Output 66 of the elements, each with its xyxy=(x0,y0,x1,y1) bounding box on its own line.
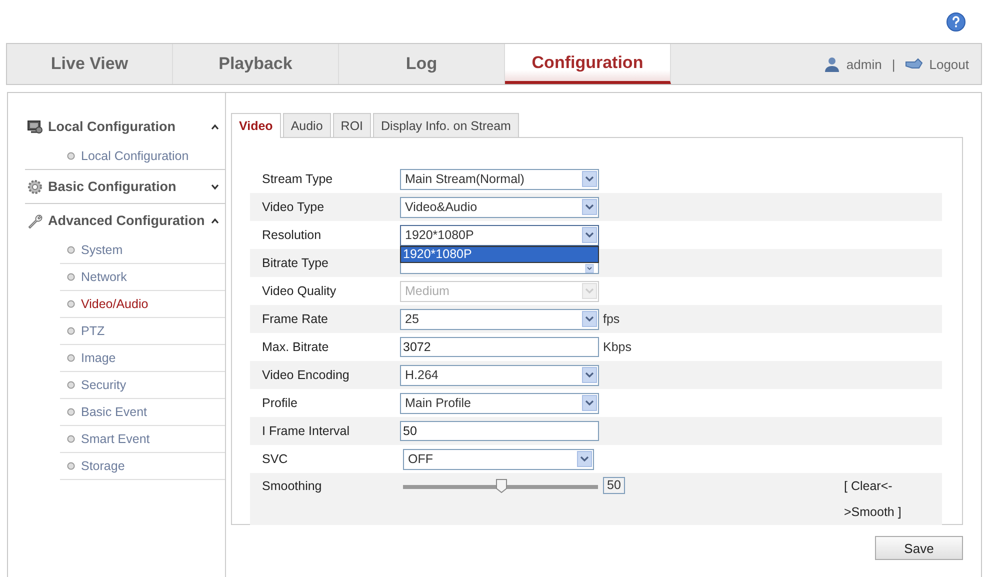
logout-link[interactable]: Logout xyxy=(929,56,969,72)
username-label: admin xyxy=(846,56,882,72)
bullet-icon xyxy=(67,246,75,254)
tab[interactable]: Video xyxy=(231,113,281,138)
slider-thumb[interactable] xyxy=(496,479,506,493)
field-label: Smoothing xyxy=(261,479,323,493)
unit-label: fps xyxy=(603,312,620,326)
dropdown[interactable]: Main Stream(Normal) xyxy=(400,168,599,190)
separator-text: | xyxy=(892,56,896,72)
unit-label: Kbps xyxy=(603,340,632,354)
dropdown[interactable]: Main Profile xyxy=(400,392,599,414)
bullet-icon xyxy=(67,462,75,470)
monitor-icon xyxy=(27,120,43,134)
group-label: Local Configuration xyxy=(48,119,176,134)
sidebar-item[interactable]: Security xyxy=(60,372,225,399)
group-label: Advanced Configuration xyxy=(48,213,205,228)
gear-icon xyxy=(27,178,43,194)
sidebar-item[interactable]: System xyxy=(60,237,225,264)
bullet-icon xyxy=(67,273,75,281)
bullet-icon xyxy=(67,152,75,160)
field-label: Stream Type xyxy=(261,172,334,186)
help-icon[interactable] xyxy=(946,12,966,32)
field-label: Profile xyxy=(261,396,298,410)
dropdown-option[interactable]: 1920*1080P xyxy=(401,246,598,262)
sidebar-item[interactable]: Storage xyxy=(60,453,225,480)
dropdown[interactable]: 25 xyxy=(400,308,599,330)
field-label: Bitrate Type xyxy=(261,256,330,270)
slider-value: 50 xyxy=(603,477,625,494)
input-field[interactable]: 50 xyxy=(400,421,599,441)
bullet-icon xyxy=(67,327,75,335)
sidebar-item[interactable]: PTZ xyxy=(60,318,225,345)
sidebar-item[interactable]: Basic Event xyxy=(60,399,225,426)
dropdown[interactable]: H.264 xyxy=(400,364,599,386)
field-label: Video Quality xyxy=(261,284,338,298)
field-label: Video Type xyxy=(261,200,326,214)
sidebar-item[interactable]: Image xyxy=(60,345,225,372)
bullet-icon xyxy=(67,381,75,389)
nav-tab[interactable]: Configuration xyxy=(505,44,671,84)
input-field[interactable]: 3072 xyxy=(400,337,599,357)
field-label: Resolution xyxy=(261,228,322,242)
bullet-icon xyxy=(67,435,75,443)
tab[interactable]: Display Info. on Stream xyxy=(373,113,519,137)
sidebar-group-header[interactable]: Local Configuration xyxy=(25,110,225,143)
field-label: Video Encoding xyxy=(261,368,350,382)
field-label: I Frame Interval xyxy=(261,424,351,438)
dropdown[interactable]: OFF xyxy=(403,448,594,470)
bullet-icon xyxy=(67,408,75,416)
sidebar-group-header[interactable]: Basic Configuration xyxy=(25,170,225,203)
field-label: Max. Bitrate xyxy=(261,340,330,354)
sidebar-item[interactable]: Local Configuration xyxy=(60,143,225,169)
sidebar-group-header[interactable]: Advanced Configuration xyxy=(25,204,225,237)
sidebar-item[interactable]: Smart Event xyxy=(60,426,225,453)
sidebar-item[interactable]: Network xyxy=(60,264,225,291)
bullet-icon xyxy=(67,300,75,308)
sidebar-item[interactable]: Video/Audio xyxy=(60,291,225,318)
save-button[interactable]: Save xyxy=(875,536,963,560)
field-label: Frame Rate xyxy=(261,312,329,326)
bullet-icon xyxy=(67,354,75,362)
wrench-icon xyxy=(27,212,43,228)
field-label: SVC xyxy=(261,452,289,466)
tab[interactable]: ROI xyxy=(332,113,372,137)
tab[interactable]: Audio xyxy=(282,113,331,137)
hint-text: [ Clear<->Smooth ] xyxy=(844,478,902,521)
user-icon xyxy=(824,56,840,72)
dropdown[interactable]: Video&Audio xyxy=(400,196,599,218)
group-label: Basic Configuration xyxy=(48,179,176,194)
